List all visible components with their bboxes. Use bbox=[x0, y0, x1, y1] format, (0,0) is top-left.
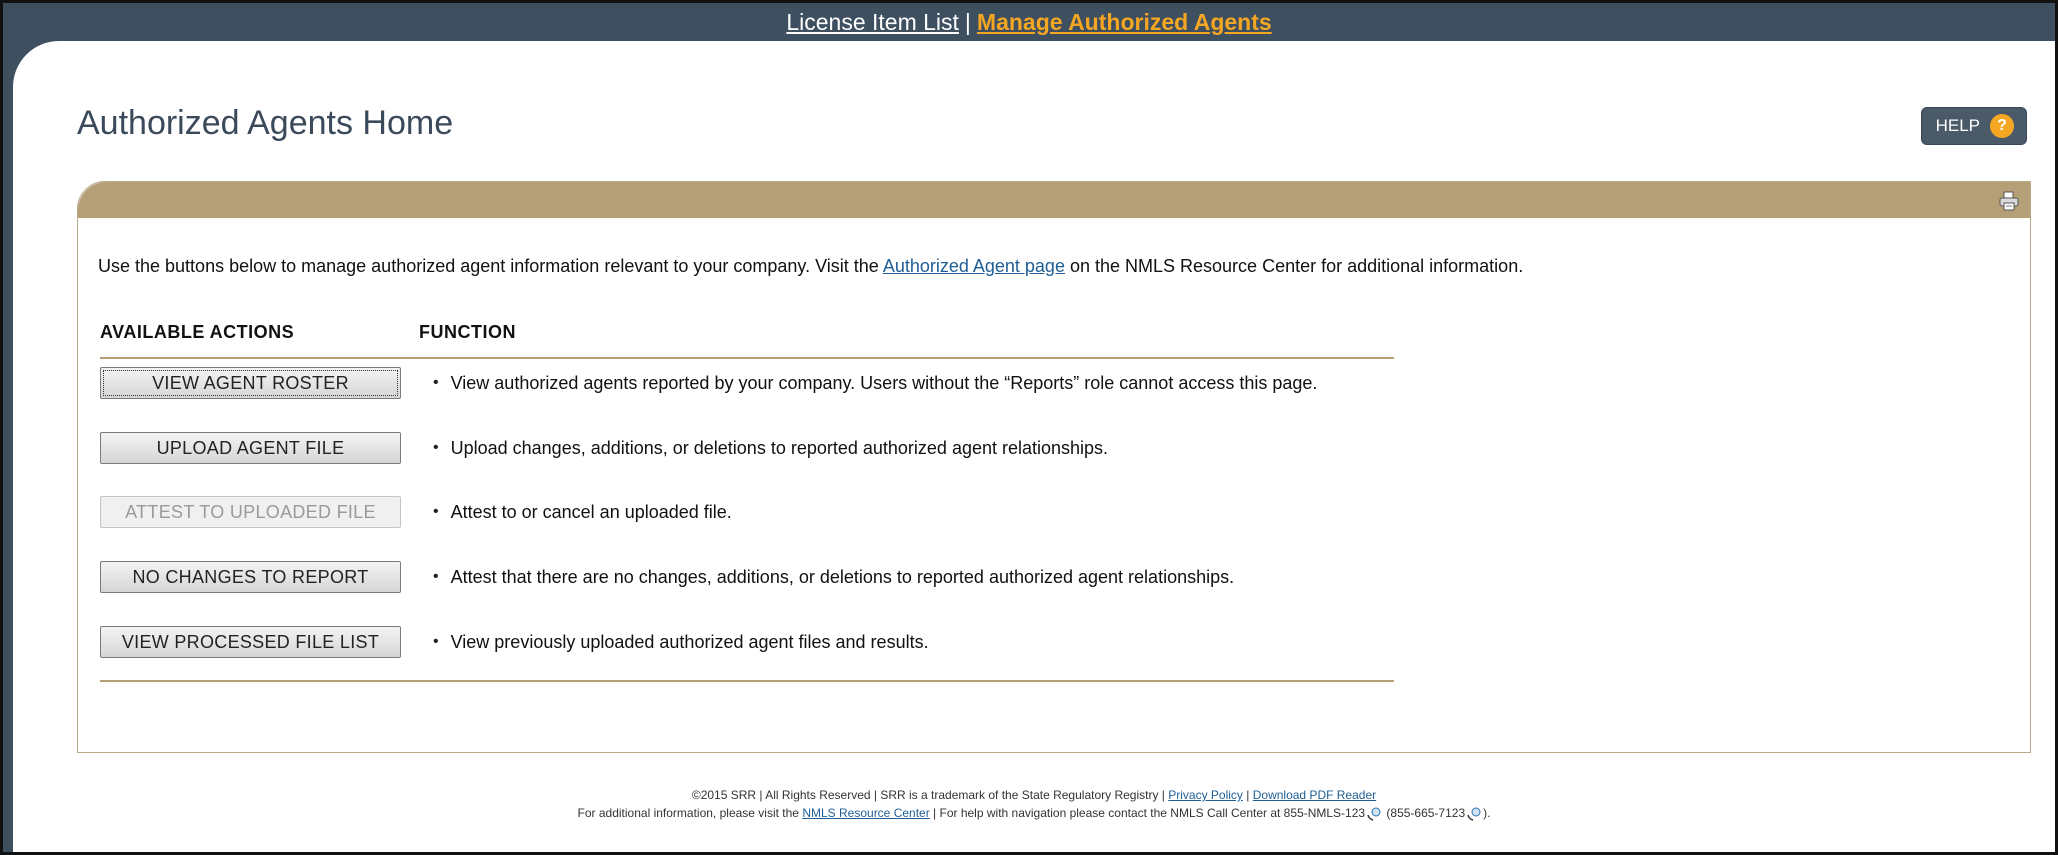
footer-info-text: For additional information, please visit… bbox=[577, 806, 803, 820]
download-pdf-reader-link[interactable]: Download PDF Reader bbox=[1253, 788, 1376, 802]
top-navigation: License Item List | Manage Authorized Agen… bbox=[3, 3, 2055, 41]
nmls-resource-center-link[interactable]: NMLS Resource Center bbox=[802, 806, 929, 820]
bullet: • bbox=[433, 568, 439, 585]
bullet: • bbox=[433, 374, 439, 391]
copyright-text: ©2015 SRR | All Rights Reserved | SRR is… bbox=[691, 788, 1169, 802]
bullet: • bbox=[433, 633, 439, 650]
page-content: Authorized Agents Home HELP ? Use the bu… bbox=[13, 41, 2055, 852]
app-frame: License Item List | Manage Authorized Agen… bbox=[0, 0, 2058, 855]
phone-icon[interactable] bbox=[1367, 807, 1381, 821]
authorized-agent-page-link[interactable]: Authorized Agent page bbox=[883, 256, 1065, 276]
top-divider bbox=[100, 357, 1394, 359]
bullet: • bbox=[433, 439, 439, 456]
view-processed-file-list-button[interactable]: VIEW PROCESSED FILE LIST bbox=[100, 626, 401, 658]
help-button-label: HELP bbox=[1935, 116, 1980, 135]
no-changes-to-report-button[interactable]: NO CHANGES TO REPORT bbox=[100, 561, 401, 593]
action-row-view-agent-roster: VIEW AGENT ROSTER • View authorized agen… bbox=[100, 367, 1317, 399]
call-center-phone-2: (855-665-7123 bbox=[1383, 806, 1466, 820]
nav-license-item-list[interactable]: License Item List bbox=[786, 9, 959, 35]
bullet: • bbox=[433, 503, 439, 520]
bottom-divider bbox=[100, 680, 1394, 682]
view-agent-roster-button[interactable]: VIEW AGENT ROSTER bbox=[100, 367, 401, 399]
footer-line-1: ©2015 SRR | All Rights Reserved | SRR is… bbox=[13, 786, 2055, 804]
footer-line-2: For additional information, please visit… bbox=[13, 804, 2055, 822]
panel-header bbox=[78, 182, 2030, 218]
call-center-text: | For help with navigation please contac… bbox=[929, 806, 1366, 820]
footer-end-text: ). bbox=[1483, 806, 1491, 820]
help-button[interactable]: HELP ? bbox=[1920, 107, 2027, 145]
action-description: View authorized agents reported by your … bbox=[450, 372, 1318, 393]
nav-separator: | bbox=[964, 9, 971, 35]
nav-manage-authorized-agents[interactable]: Manage Authorized Agents bbox=[977, 9, 1272, 35]
action-row-view-processed-file-list: VIEW PROCESSED FILE LIST • View previous… bbox=[100, 626, 929, 658]
action-description: Upload changes, additions, or deletions … bbox=[450, 437, 1109, 458]
intro-text-before: Use the buttons below to manage authoriz… bbox=[98, 256, 883, 276]
column-header-actions: AVAILABLE ACTIONS bbox=[100, 322, 295, 342]
action-description: View previously uploaded authorized agen… bbox=[450, 631, 929, 652]
attest-to-uploaded-file-button: ATTEST TO UPLOADED FILE bbox=[100, 496, 401, 528]
intro-text-after: on the NMLS Resource Center for addition… bbox=[1064, 256, 1524, 276]
upload-agent-file-button[interactable]: UPLOAD AGENT FILE bbox=[100, 432, 401, 464]
privacy-policy-link[interactable]: Privacy Policy bbox=[1168, 788, 1243, 802]
action-row-attest-to-uploaded-file: ATTEST TO UPLOADED FILE • Attest to or c… bbox=[100, 496, 732, 528]
action-row-upload-agent-file: UPLOAD AGENT FILE • Upload changes, addi… bbox=[100, 432, 1108, 464]
column-header-function: FUNCTION bbox=[419, 322, 516, 342]
action-row-no-changes-to-report: NO CHANGES TO REPORT • Attest that there… bbox=[100, 561, 1234, 593]
actions-panel: Use the buttons below to manage authoriz… bbox=[77, 181, 2031, 753]
intro-text: Use the buttons below to manage authoriz… bbox=[98, 256, 1523, 277]
action-description: Attest to or cancel an uploaded file. bbox=[450, 501, 732, 522]
question-circle-icon: ? bbox=[1990, 114, 2014, 138]
footer: ©2015 SRR | All Rights Reserved | SRR is… bbox=[13, 786, 2055, 822]
action-description: Attest that there are no changes, additi… bbox=[450, 566, 1235, 587]
page-title: Authorized Agents Home bbox=[77, 104, 454, 142]
printer-icon[interactable] bbox=[1998, 190, 2020, 212]
phone-icon[interactable] bbox=[1467, 807, 1481, 821]
footer-separator: | bbox=[1242, 788, 1253, 802]
